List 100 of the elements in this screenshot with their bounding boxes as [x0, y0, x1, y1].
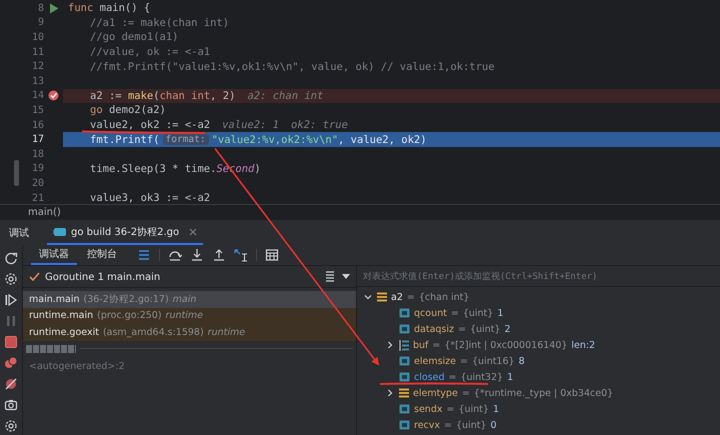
expanded-chevron-icon[interactable] [364, 293, 372, 301]
equals-sign: = [450, 308, 459, 318]
breakpoints-icon[interactable] [4, 356, 18, 370]
line-number: 19 [30, 163, 44, 174]
stack-frame[interactable]: main.main (36-2协程2.go:17) main [23, 291, 356, 308]
panel-title: 调试 [9, 226, 29, 240]
field-icon [399, 356, 410, 366]
stack-frame[interactable]: runtime.goexit (asm_amd64.s:1598) runtime [23, 324, 356, 340]
frame-name: runtime.goexit [29, 326, 99, 338]
code-text: , 2) [210, 90, 236, 102]
frame-label: <autogenerated>:2 [28, 360, 126, 374]
stack-frame[interactable]: runtime.main (proc.go:250) runtime [23, 308, 356, 324]
line-number: 11 [30, 46, 44, 58]
code-comment: //go demo1(a1) [90, 31, 179, 44]
debugger-tab[interactable]: 调试器 [31, 245, 77, 265]
stop-icon[interactable] [4, 335, 18, 349]
inline-value-hint: value2: 1 [222, 119, 280, 132]
code-comment: //value, ok := <-a1 [90, 46, 210, 58]
list-icon[interactable] [137, 248, 151, 262]
step-into-icon[interactable] [190, 248, 204, 262]
variable-type: {chan int} [418, 292, 470, 302]
variable-name[interactable]: closed [414, 372, 444, 382]
line-number: 13 [30, 76, 44, 87]
variable-type: {*runtime._type | 0xb34ce0} [474, 388, 614, 398]
array-icon [399, 340, 409, 350]
equals-sign: = [462, 388, 470, 398]
close-icon[interactable] [189, 228, 198, 236]
line-number: 17 [30, 134, 44, 146]
field-icon [399, 404, 410, 414]
debugger-tab[interactable]: 控制台 [79, 245, 125, 265]
lines-icon[interactable] [323, 270, 337, 284]
line-number: 21 [30, 192, 44, 204]
scrollbar-thumb[interactable] [14, 160, 19, 186]
variable-name[interactable]: elemtype [413, 388, 458, 398]
code-comment: //fmt.Printf("value1:%v,ok1:%v\n", value, ok) // value:1,ok:true [90, 60, 495, 73]
variable-name[interactable]: qcount [414, 308, 447, 318]
resume-icon[interactable] [4, 293, 18, 307]
equals-sign: = [444, 420, 452, 430]
variable-type: {uint} [470, 324, 500, 334]
variable-name[interactable]: dataqsiz [414, 324, 454, 334]
frame-name: main.main [29, 294, 80, 305]
code-text: value2, ok2 := <-a2 [90, 119, 210, 132]
variable-type: {*[2]int | 0xc000016140} [444, 340, 568, 350]
equals-sign: = [460, 356, 468, 366]
code-text: demo2(a2) [108, 104, 166, 116]
variable-value: 0 [490, 420, 497, 430]
code-text: value3, ok3 := <-a2 [90, 192, 210, 204]
variable-value: 1 [497, 308, 504, 318]
code-text: time.Sleep(3 * time. [90, 162, 216, 175]
settings-icon[interactable] [4, 272, 18, 286]
frame-package: runtime [166, 310, 203, 322]
code-text: a2 := [90, 90, 123, 102]
line-number: 14 [30, 90, 44, 102]
frame-location: (36-2协程2.go:17) [84, 292, 169, 306]
line-number: 15 [30, 104, 44, 116]
frame-name: runtime.main [29, 310, 94, 322]
step-out-icon[interactable] [212, 248, 226, 262]
breakpoint-icon[interactable] [48, 90, 59, 102]
frame-package: main [172, 294, 196, 305]
variable-value: 1 [492, 404, 499, 414]
variable-name[interactable]: sendx [414, 404, 442, 414]
line-number: 12 [30, 61, 44, 72]
run-icon[interactable] [48, 2, 58, 14]
inline-value-hint: a2: chan int [247, 90, 324, 102]
variable-type: {uint} [458, 404, 489, 414]
mute-breakpoints-icon[interactable] [4, 377, 18, 391]
code-text: main() { [98, 2, 150, 14]
field-icon [399, 308, 410, 318]
parameter-hint: format: [162, 134, 209, 146]
struct-icon [399, 388, 409, 398]
variable-value: len:2 [571, 340, 596, 350]
settings-icon[interactable] [4, 419, 18, 433]
field-icon [399, 324, 410, 334]
line-number: 9 [36, 17, 44, 28]
collapsed-chevron-icon[interactable] [386, 389, 394, 397]
check-icon [29, 272, 40, 282]
variable-name[interactable]: a2 [391, 292, 403, 302]
line-number: 18 [30, 148, 44, 160]
run-to-cursor-icon[interactable] [234, 248, 248, 262]
camera-icon[interactable] [4, 398, 18, 412]
equals-sign: = [458, 324, 466, 334]
code-text: chan int [160, 90, 210, 102]
rerun-icon[interactable] [4, 251, 18, 265]
variable-name[interactable]: recvx [414, 420, 440, 430]
run-config-tab[interactable]: go build 36-2协程2.go [47, 220, 204, 245]
blurred-text [26, 344, 76, 352]
code-text: "value2:%v,ok2:%v\n" [212, 134, 338, 146]
collapsed-chevron-icon[interactable] [386, 341, 394, 349]
table-icon[interactable] [265, 248, 279, 262]
field-icon [399, 372, 410, 382]
variable-name[interactable]: elemsize [414, 356, 456, 366]
variable-name[interactable]: buf [413, 340, 428, 350]
inline-value-hint: ok2: true [291, 119, 348, 132]
frame-package: runtime [208, 326, 246, 338]
code-text: ) [254, 162, 261, 175]
variable-type: {uint} [462, 308, 494, 318]
breadcrumb[interactable]: main() [28, 206, 61, 218]
dropdown-caret-icon[interactable] [342, 274, 350, 280]
line-number: 8 [36, 2, 44, 14]
go-file-icon [53, 226, 67, 236]
